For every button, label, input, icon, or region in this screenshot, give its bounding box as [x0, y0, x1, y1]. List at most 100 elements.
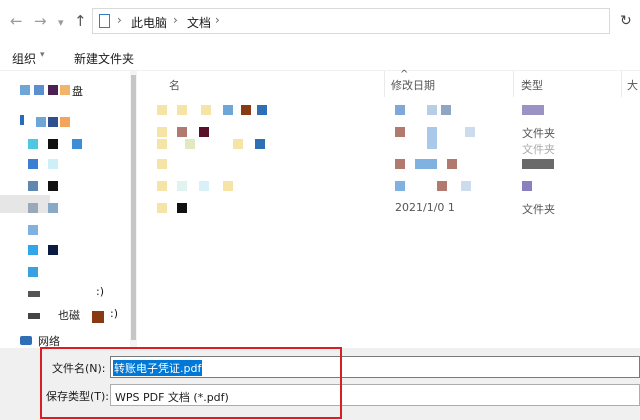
nav-blur-block [48, 181, 58, 191]
file-date-cell: 2021/1/0 1 [395, 201, 455, 214]
nav-blur-block [28, 203, 38, 213]
breadcrumb-separator[interactable]: › [173, 13, 178, 27]
file-blur-block [241, 105, 251, 115]
nav-blur-block [28, 159, 38, 169]
column-type[interactable]: 类型 [521, 77, 543, 93]
nav-blur-block [28, 267, 38, 277]
nav-blur-block [28, 181, 38, 191]
nav-blur-block [92, 311, 104, 323]
file-blur-block [199, 127, 209, 137]
nav-blur-block [48, 159, 58, 169]
column-divider[interactable] [621, 71, 622, 97]
file-blur-block [522, 181, 532, 191]
column-modified[interactable]: 修改日期 [391, 77, 435, 93]
filetype-value[interactable]: WPS PDF 文档 (*.pdf) [115, 389, 229, 405]
column-header: ^ 名 修改日期 类型 大 [137, 69, 640, 97]
file-blur-block [177, 203, 187, 213]
network-icon [20, 336, 32, 345]
file-blur-block [461, 181, 471, 191]
this-pc-icon [99, 14, 110, 28]
nav-blur-block [28, 139, 38, 149]
navigation-pane[interactable]: 盘 :) 也磁 :) 网络 [0, 71, 130, 348]
file-blur-block [157, 105, 167, 115]
file-blur-block [157, 181, 167, 191]
nav-blur-block [34, 85, 44, 95]
file-blur-block [177, 105, 187, 115]
organize-button[interactable]: 组织 [12, 50, 36, 67]
nav-item-disk[interactable]: 盘 [72, 83, 83, 99]
drive-icon [28, 313, 40, 319]
refresh-icon[interactable]: ↻ [620, 13, 632, 29]
breadcrumb-separator[interactable]: › [215, 13, 220, 27]
file-blur-block [437, 181, 447, 191]
filename-label: 文件名(N): [52, 362, 106, 375]
address-toolbar: ← → ▾ ↑ › 此电脑 › 文档 › ↻ [0, 0, 640, 44]
forward-arrow-icon[interactable]: → [34, 12, 47, 30]
file-type-cell: 文件夹 [522, 143, 555, 156]
nav-item-network[interactable]: 网络 [38, 333, 60, 348]
file-blur-block [441, 105, 451, 115]
file-blur-block [157, 159, 167, 169]
nav-blur-block [48, 117, 58, 127]
file-blur-block [233, 139, 243, 149]
nav-item-drive-suffix: :) [110, 307, 118, 320]
filetype-label: 保存类型(T): [46, 390, 110, 403]
filename-value[interactable]: 转账电子凭证.pdf [113, 360, 203, 376]
save-panel: 文件名(N): 转账电子凭证.pdf 保存类型(T): WPS PDF 文档 (… [0, 348, 640, 420]
nav-blur-block [36, 117, 46, 127]
nav-blur-block [60, 85, 70, 95]
column-divider[interactable] [384, 71, 385, 97]
file-blur-block [157, 139, 167, 149]
column-name[interactable]: 名 [169, 77, 180, 93]
command-bar: 组织 ▾ 新建文件夹 [0, 44, 640, 71]
file-blur-block [415, 159, 437, 169]
nav-blur-block [48, 85, 58, 95]
breadcrumb-separator[interactable]: › [117, 13, 122, 27]
file-blur-block [177, 127, 187, 137]
nav-blur-block [72, 139, 82, 149]
breadcrumb-this-pc[interactable]: 此电脑 [131, 14, 167, 31]
file-blur-block [177, 181, 187, 191]
up-arrow-icon[interactable]: ↑ [74, 12, 87, 30]
breadcrumb-documents[interactable]: 文档 [187, 14, 211, 31]
file-blur-block [199, 181, 209, 191]
nav-blur-block [48, 203, 58, 213]
file-blur-block [395, 127, 405, 137]
nav-blur-block [28, 245, 38, 255]
new-folder-button[interactable]: 新建文件夹 [74, 50, 134, 67]
file-blur-block [427, 105, 437, 115]
file-blur-block [395, 105, 405, 115]
file-blur-block [257, 105, 267, 115]
recent-locations-chevron-icon[interactable]: ▾ [58, 16, 64, 29]
file-blur-block [157, 203, 167, 213]
nav-blur-block [20, 85, 30, 95]
nav-blur-block [48, 139, 58, 149]
file-blur-block [465, 127, 475, 137]
file-blur-block [223, 181, 233, 191]
nav-item-drive[interactable]: :) [96, 285, 104, 298]
file-type-cell: 文件夹 [522, 203, 555, 216]
nav-blur-block [28, 225, 38, 235]
column-size[interactable]: 大 [627, 77, 638, 93]
nav-item-drive-label[interactable]: 也磁 [58, 307, 80, 323]
file-blur-block [427, 127, 437, 149]
nav-blur-block [0, 195, 50, 213]
file-blur-block [223, 105, 233, 115]
filetype-select[interactable]: WPS PDF 文档 (*.pdf) [110, 384, 640, 406]
file-blur-block [185, 139, 195, 149]
back-arrow-icon[interactable]: ← [10, 12, 23, 30]
file-blur-block [395, 159, 405, 169]
file-type-cell: 文件夹 [522, 127, 555, 140]
column-divider[interactable] [513, 71, 514, 97]
file-blur-block [522, 105, 544, 115]
nav-blur-block [60, 117, 70, 127]
file-blur-block [201, 105, 211, 115]
organize-chevron-icon[interactable]: ▾ [40, 50, 45, 60]
scrollbar-thumb[interactable] [131, 75, 136, 340]
file-list[interactable]: 文件夹 文件夹 2021/1/0 1 文件夹 [137, 97, 640, 347]
address-bar[interactable]: › 此电脑 › 文档 › [92, 8, 610, 34]
file-blur-block [157, 127, 167, 137]
navigation-scrollbar[interactable] [130, 71, 137, 348]
nav-blur-block [20, 115, 24, 125]
filename-input[interactable]: 转账电子凭证.pdf [110, 356, 640, 378]
